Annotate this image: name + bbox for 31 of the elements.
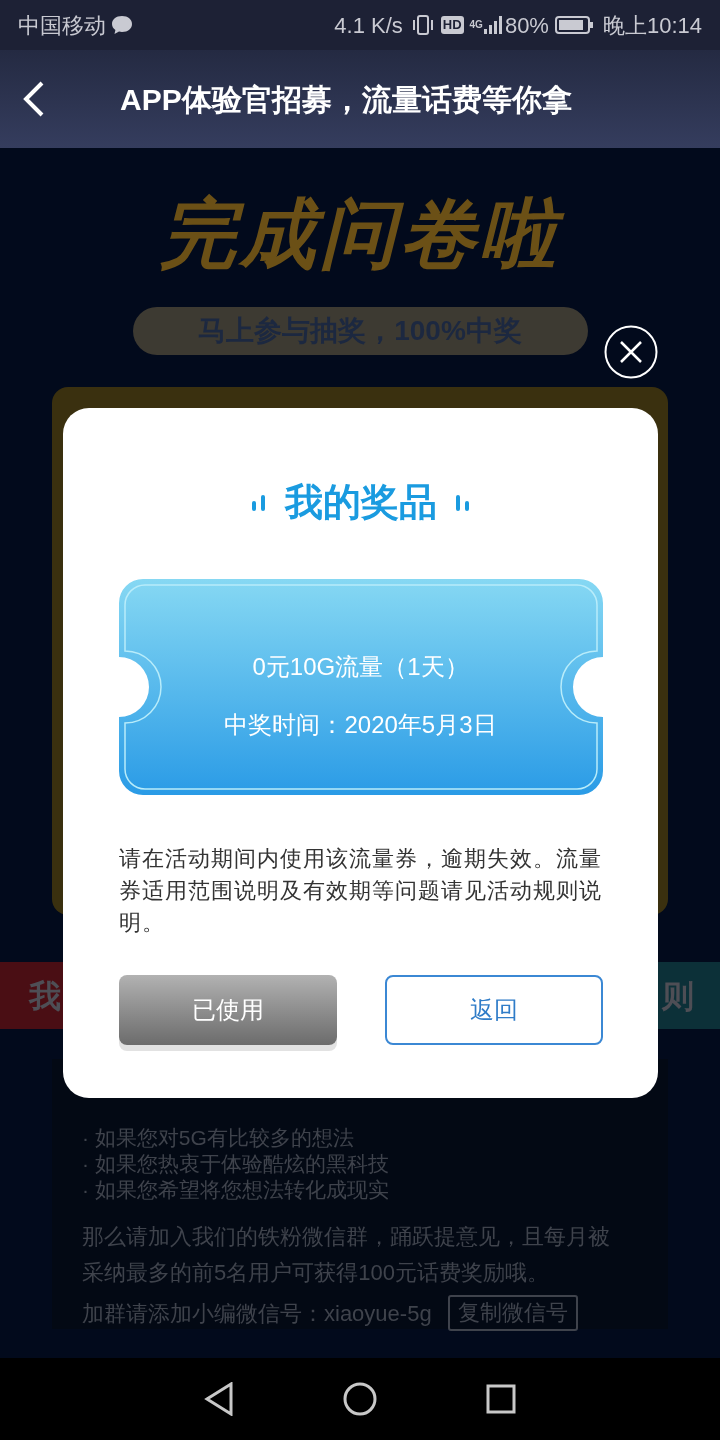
- carrier-label: 中国移动: [18, 11, 106, 40]
- hd-badge: HD: [440, 16, 464, 34]
- battery-icon: [554, 15, 595, 35]
- network-speed: 4.1 K/s: [334, 11, 403, 40]
- bars-icon: [454, 492, 471, 513]
- tab-bar[interactable]: 我: [0, 962, 63, 1030]
- dialog-note: 请在活动期间内使用该流量券，逾期失效。流量券适用范围说明及有效期等问题请见活动规则说明。: [118, 845, 603, 937]
- battery-percent: 80%: [504, 11, 549, 40]
- win-date: 中奖时间：2020年5月3日: [224, 710, 497, 740]
- home-circle-icon[interactable]: [343, 1382, 377, 1416]
- chat-bubble-icon: [110, 14, 134, 36]
- wechat-label: 加群请添加小编微信号：xiaoyue-5g: [82, 1299, 432, 1328]
- bars-icon: [250, 492, 267, 513]
- copy-wechat-button[interactable]: 复制微信号: [447, 1295, 578, 1332]
- tab-bar[interactable]: 则: [658, 962, 720, 1030]
- network-type: 4G: [469, 20, 483, 30]
- banner-title: 完成问卷啦: [144, 188, 576, 280]
- bullet-item: · 如果您热衷于体验酷炫的黑科技: [82, 1151, 390, 1178]
- back-triangle-icon[interactable]: [204, 1382, 235, 1416]
- prize-name: 0元10G流量（1天）: [252, 652, 469, 682]
- bullet-item: · 如果您对5G有比较多的想法: [82, 1125, 355, 1152]
- bullet-item: · 如果您希望将您想法转化成现实: [82, 1177, 390, 1204]
- info-paragraph: 那么请加入我们的铁粉微信群，踊跃提意见，且每月被采纳最多的前5名用户可获得100元话费奖励哦。: [82, 1223, 611, 1288]
- clock: 晚上10:14: [602, 11, 702, 40]
- recent-apps-square-icon[interactable]: [485, 1384, 516, 1414]
- page-title: APP体验官招募，流量话费等你拿: [120, 81, 572, 118]
- close-icon[interactable]: [604, 325, 658, 379]
- back-button[interactable]: 返回: [384, 975, 603, 1045]
- dialog-title: 我的奖品: [284, 480, 437, 525]
- signal-icon: [482, 15, 503, 35]
- vibrate-icon: [410, 14, 435, 36]
